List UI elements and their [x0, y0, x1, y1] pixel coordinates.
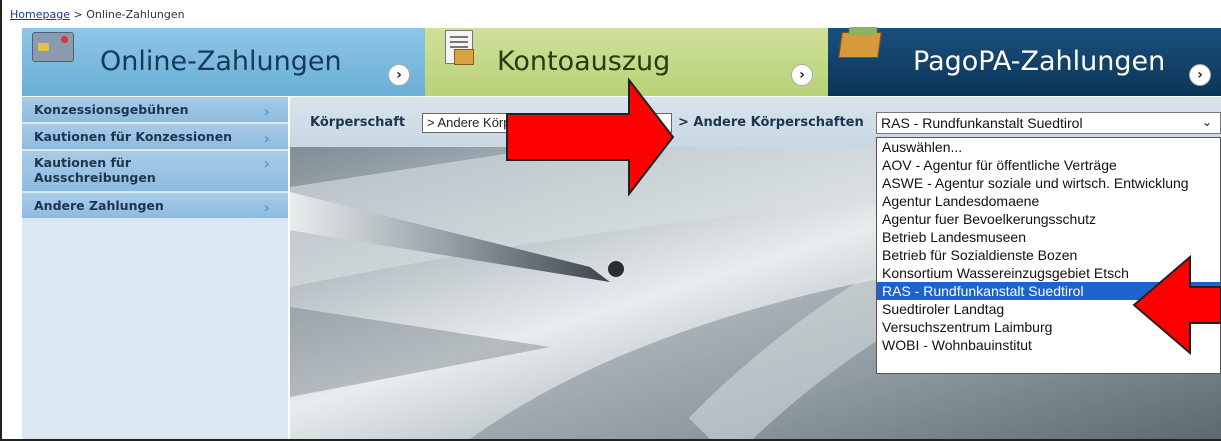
- chevron-right-icon: ›: [263, 102, 270, 121]
- tab-online-zahlungen[interactable]: Online-Zahlungen ›: [22, 28, 425, 96]
- sidebar-item-konzessionsgebuehren[interactable]: Konzessionsgebühren ›: [22, 97, 288, 122]
- breadcrumb-separator: >: [69, 8, 87, 21]
- sidebar-item-label: Konzessionsgebühren: [34, 102, 189, 117]
- arrow-right-icon[interactable]: ›: [388, 64, 410, 86]
- sidebar-item-label: Kautionen für Konzessionen: [34, 129, 233, 144]
- sidebar-item-kautionen-konzessionen[interactable]: Kautionen für Konzessionen ›: [22, 124, 288, 149]
- sidebar-item-andere-zahlungen[interactable]: Andere Zahlungen ›: [22, 193, 288, 218]
- sidebar-item-label: Andere Zahlungen: [34, 198, 164, 213]
- tab-label: PagoPA-Zahlungen: [913, 46, 1166, 77]
- tab-label: Kontoauszug: [497, 46, 671, 77]
- breadcrumb-current: Online-Zahlungen: [86, 8, 185, 21]
- select-value: RAS - Rundfunkanstalt Suedtirol: [881, 115, 1083, 131]
- sidebar-item-kautionen-ausschreibungen[interactable]: Kautionen für Ausschreibungen ›: [22, 151, 288, 191]
- dropdown-option[interactable]: ASWE - Agentur soziale und wirtsch. Entw…: [877, 174, 1220, 192]
- sidebar-item-label: Kautionen für Ausschreibungen: [34, 155, 156, 185]
- breadcrumb-home-link[interactable]: Homepage: [10, 8, 70, 21]
- red-arrow-annotation-icon: [1132, 255, 1221, 355]
- chevron-down-icon[interactable]: ⌄: [1202, 115, 1212, 129]
- tab-label: Online-Zahlungen: [100, 46, 342, 77]
- dropdown-option[interactable]: Agentur fuer Bevoelkerungsschutz: [877, 210, 1220, 228]
- sidebar: Konzessionsgebühren › Kautionen für Konz…: [22, 97, 288, 439]
- folder-icon: [838, 32, 882, 58]
- dropdown-option[interactable]: Betrieb Landesmuseen: [877, 228, 1220, 246]
- document-icon: [445, 30, 474, 65]
- andere-koerperschaften-label: > Andere Körperschaften: [678, 115, 864, 130]
- arrow-right-icon[interactable]: ›: [1189, 64, 1211, 86]
- breadcrumb: Homepage > Online-Zahlungen: [10, 8, 185, 21]
- credit-card-icon: [32, 32, 74, 62]
- chevron-right-icon: ›: [263, 154, 270, 173]
- tab-pagopa-zahlungen[interactable]: PagoPA-Zahlungen ›: [828, 28, 1221, 96]
- andere-koerperschaften-select[interactable]: RAS - Rundfunkanstalt Suedtirol ⌄: [876, 112, 1221, 134]
- arrow-right-icon[interactable]: ›: [791, 64, 813, 86]
- red-arrow-annotation-icon: [506, 78, 675, 196]
- dropdown-option[interactable]: AOV - Agentur für öffentliche Verträge: [877, 156, 1220, 174]
- chevron-right-icon: ›: [263, 129, 270, 148]
- dropdown-option[interactable]: Auswählen...: [877, 138, 1220, 156]
- chevron-right-icon: ›: [263, 198, 270, 217]
- koerperschaft-label: Körperschaft: [310, 115, 406, 130]
- dropdown-option[interactable]: Agentur Landesdomaene: [877, 192, 1220, 210]
